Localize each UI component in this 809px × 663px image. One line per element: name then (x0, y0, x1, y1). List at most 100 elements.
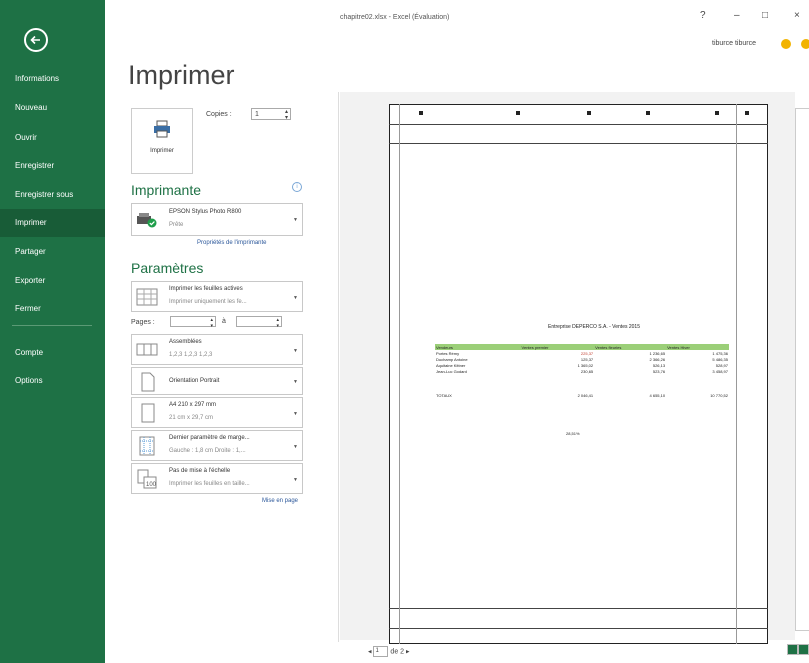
collate-sub: 1,2,3 1,2,3 1,2,3 (169, 352, 213, 358)
margins-sub: Gauche : 1,8 cm Droite : 1,... (169, 448, 246, 454)
margin-guide-header[interactable] (389, 124, 768, 125)
table-cell: 2 046,41 (577, 392, 594, 398)
margin-guide-right[interactable] (736, 104, 737, 644)
chevron-down-icon: ▼ (293, 477, 298, 483)
pages-to-input[interactable]: ▴ ▾ (236, 316, 282, 329)
pages-label: Pages : (131, 319, 155, 326)
copies-spinner-icon[interactable]: ▴ ▾ (285, 109, 288, 121)
copies-value: 1 (255, 111, 259, 118)
orientation-label: Orientation Portrait (169, 378, 220, 384)
sidebar-item-partager[interactable]: Partager (0, 240, 105, 264)
page-navigation: ◂ 1 de 2 ▸ (368, 646, 410, 657)
printer-dropdown[interactable]: EPSON Stylus Photo R800 Prête ▼ (131, 203, 303, 236)
paper-size-icon (136, 403, 158, 428)
info-icon[interactable]: i (292, 182, 302, 192)
table-total-row: TOTAUX 2 046,41 4 655,10 10 770,52 (435, 392, 729, 398)
pages-to-spinner-icon[interactable]: ▴ ▾ (276, 317, 279, 329)
prev-page-icon[interactable]: ◂ (368, 648, 372, 655)
sidebar-item-enregistrer-sous[interactable]: Enregistrer sous (0, 183, 105, 207)
sidebar-item-options[interactable]: Options (0, 369, 105, 393)
print-button-label: Imprimer (150, 148, 174, 154)
scaling-sub: Imprimer les feuilles en taille... (169, 481, 250, 487)
margins-icon (136, 436, 158, 461)
page-setup-link[interactable]: Mise en page (262, 498, 298, 504)
close-button[interactable]: × (794, 10, 800, 21)
column-handle[interactable] (715, 111, 719, 115)
collate-label: Assemblées (169, 339, 202, 345)
column-handle[interactable] (516, 111, 520, 115)
backstage-sidebar: Informations Nouveau Ouvrir Enregistrer … (0, 0, 105, 663)
next-page-icon[interactable]: ▸ (406, 648, 410, 655)
back-arrow-icon[interactable] (24, 28, 48, 52)
column-handle[interactable] (587, 111, 591, 115)
chevron-down-icon: ▼ (293, 295, 298, 301)
orientation-dropdown[interactable]: Orientation Portrait ▼ (131, 367, 303, 395)
svg-text:100: 100 (146, 482, 157, 488)
copies-label: Copies : (206, 111, 232, 118)
portrait-page-icon (136, 372, 158, 397)
sidebar-item-enregistrer[interactable]: Enregistrer (0, 154, 105, 178)
margin-guide-bottom[interactable] (389, 608, 768, 609)
table-cell: 10 770,52 (710, 392, 728, 398)
scaling-dropdown[interactable]: 100 Pas de mise à l'échelle Imprimer les… (131, 463, 303, 494)
printer-properties-link[interactable]: Propriétés de l'imprimante (197, 240, 267, 246)
panel-divider (338, 92, 339, 642)
show-margins-icon[interactable] (787, 644, 798, 655)
column-handle[interactable] (419, 111, 423, 115)
maximize-button[interactable]: □ (762, 10, 768, 21)
margin-guide-top[interactable] (389, 143, 768, 144)
sidebar-divider (12, 325, 92, 326)
collate-dropdown[interactable]: Assemblées 1,2,3 1,2,3 1,2,3 ▼ (131, 334, 303, 365)
margins-dropdown[interactable]: Dernier paramètre de marge... Gauche : 1… (131, 430, 303, 461)
paper-size-sub: 21 cm x 29,7 cm (169, 415, 214, 421)
pages-from-input[interactable]: ▴ ▾ (170, 316, 216, 329)
sidebar-item-compte[interactable]: Compte (0, 341, 105, 365)
column-handle[interactable] (745, 111, 749, 115)
feedback-frown-icon[interactable] (801, 39, 809, 49)
help-button[interactable]: ? (700, 10, 706, 21)
chevron-down-icon: ▼ (293, 348, 298, 354)
column-handle[interactable] (646, 111, 650, 115)
pages-from-spinner-icon[interactable]: ▴ ▾ (210, 317, 213, 329)
margin-guide-footer[interactable] (389, 628, 768, 629)
print-what-label: Imprimer les feuilles actives (169, 286, 243, 292)
chevron-down-icon: ▼ (293, 379, 298, 385)
printer-heading: Imprimante (131, 182, 202, 198)
minimize-button[interactable]: – (734, 10, 740, 21)
printer-ready-icon (136, 212, 158, 233)
chevron-down-icon: ▼ (293, 217, 298, 223)
page-count: de 2 (390, 648, 405, 656)
pages-to-label: à (222, 318, 226, 325)
printer-status: Prête (169, 222, 184, 228)
printer-name: EPSON Stylus Photo R800 (169, 209, 242, 215)
page-number-input[interactable]: 1 (373, 646, 389, 657)
collate-icon (136, 341, 158, 364)
feedback-smile-icon[interactable] (781, 39, 791, 49)
sidebar-item-fermer[interactable]: Fermer (0, 297, 105, 321)
print-what-sub: Imprimer uniquement les fe... (169, 299, 247, 305)
chevron-down-icon: ▼ (293, 411, 298, 417)
settings-heading: Paramètres (131, 260, 204, 276)
sheet-grid-icon (136, 288, 158, 311)
margins-label: Dernier paramètre de marge... (169, 435, 250, 441)
zoom-to-page-icon[interactable] (798, 644, 809, 655)
right-side-panel (795, 108, 809, 631)
sidebar-item-exporter[interactable]: Exporter (0, 269, 105, 293)
chevron-down-icon: ▼ (293, 444, 298, 450)
printer-icon (152, 119, 172, 144)
preview-doc-title: Entreprise DEPERCO S.A. - Ventes 2015 (548, 324, 640, 330)
sidebar-item-informations[interactable]: Informations (0, 67, 105, 91)
paper-size-dropdown[interactable]: A4 210 x 297 mm 21 cm x 29,7 cm ▼ (131, 397, 303, 428)
window-title: chapitre02.xlsx - Excel (Évaluation) (340, 14, 450, 21)
sidebar-item-ouvrir[interactable]: Ouvrir (0, 126, 105, 150)
table-cell: TOTAUX (436, 392, 452, 398)
print-button[interactable]: Imprimer (131, 108, 193, 174)
table-cell: 4 655,10 (649, 392, 666, 398)
margin-guide-left[interactable] (399, 104, 400, 644)
sidebar-item-imprimer[interactable]: Imprimer (0, 209, 105, 237)
print-what-dropdown[interactable]: Imprimer les feuilles actives Imprimer u… (131, 281, 303, 312)
sidebar-item-nouveau[interactable]: Nouveau (0, 96, 105, 120)
preview-percent: 28,51% (566, 431, 580, 436)
copies-input[interactable]: 1 ▴ ▾ (251, 108, 291, 121)
user-account-name[interactable]: tiburce tiburce (712, 40, 756, 47)
